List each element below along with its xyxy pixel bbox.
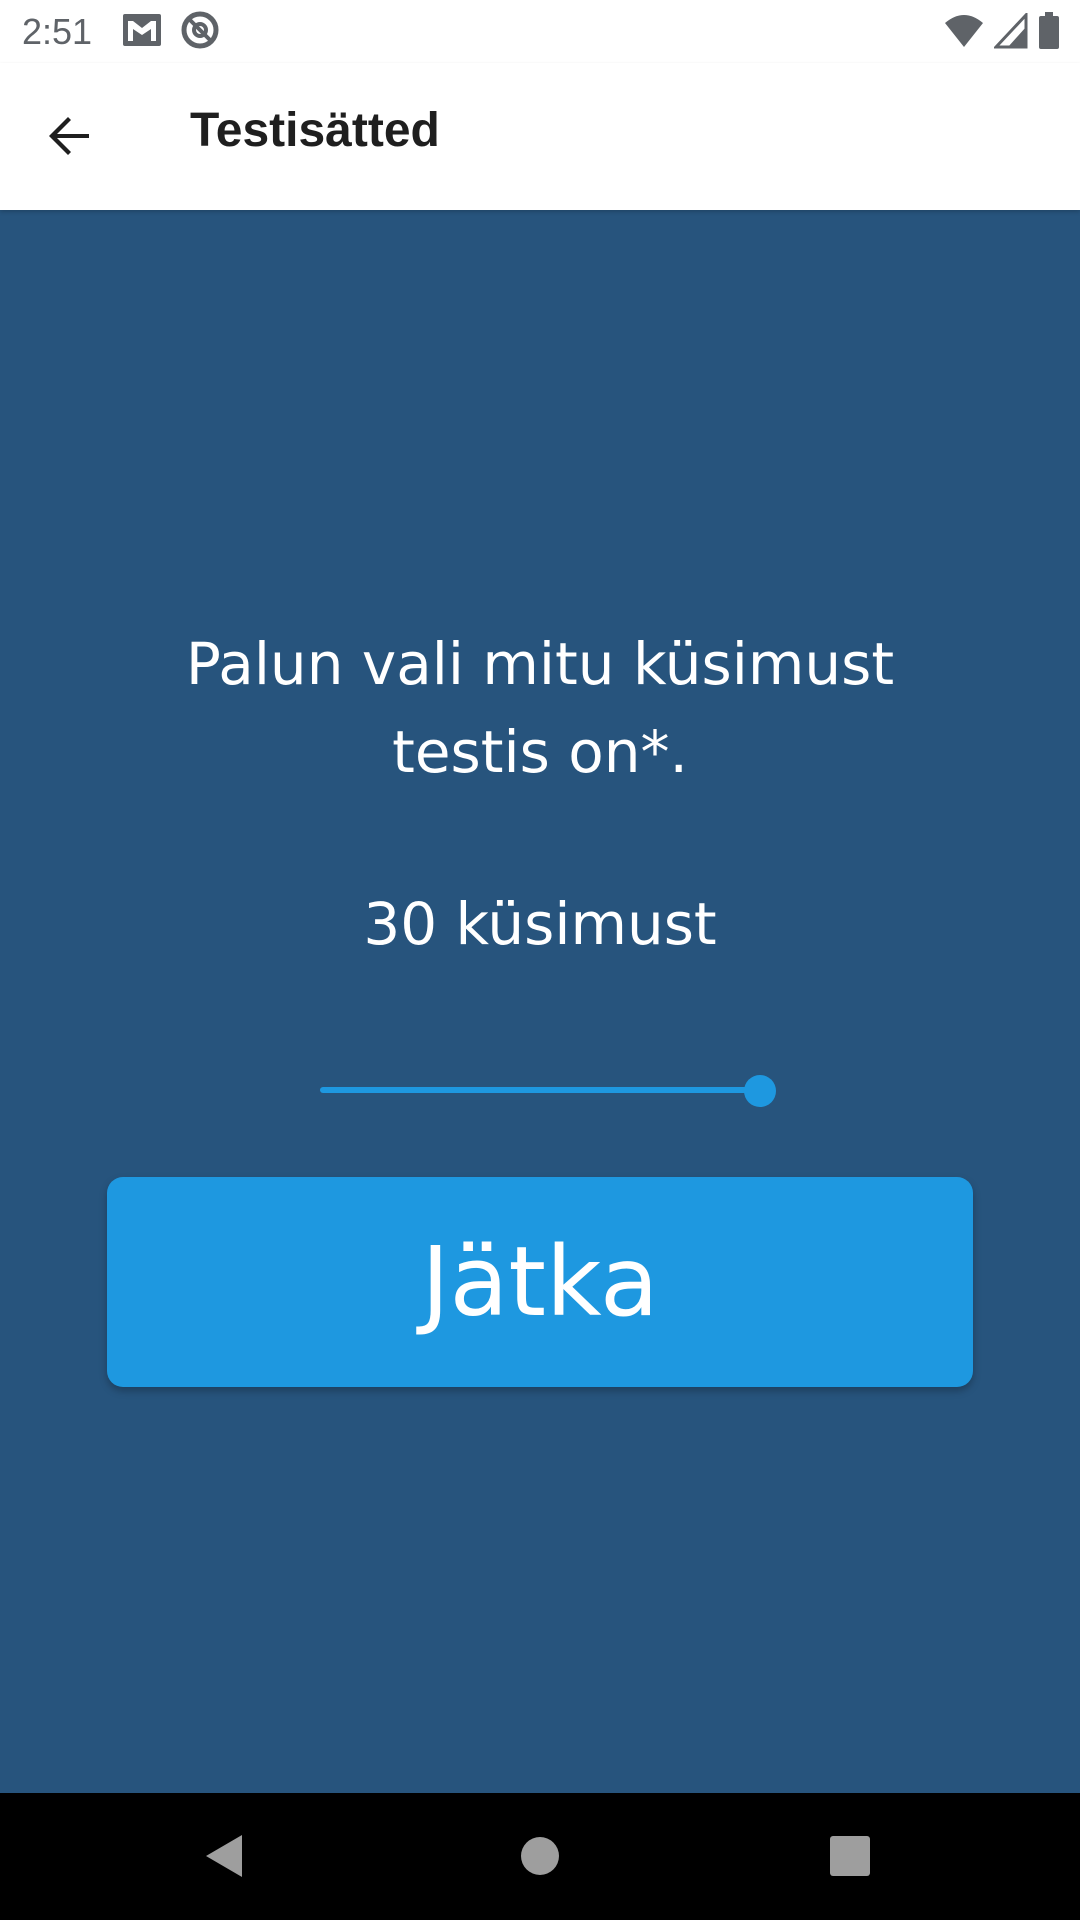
- wifi-icon: [944, 13, 984, 53]
- question-count-slider[interactable]: [320, 1070, 776, 1110]
- nav-recents-icon: [829, 1835, 871, 1881]
- nav-back-button[interactable]: [190, 1823, 260, 1893]
- question-count-prompt: Palun vali mitu küsimust testis on*.: [185, 630, 895, 786]
- main-content: Palun vali mitu küsimust testis on*. 30 …: [0, 210, 1080, 1793]
- navigation-bar: [0, 1793, 1080, 1920]
- status-bar: 2:51: [0, 0, 1080, 63]
- nav-recents-button[interactable]: [815, 1823, 885, 1893]
- continue-label: Jätka: [421, 1226, 659, 1338]
- nav-home-button[interactable]: [505, 1823, 575, 1893]
- app-bar: Testisätted: [0, 63, 1080, 210]
- continue-button[interactable]: Jätka: [107, 1177, 973, 1387]
- nav-back-icon: [200, 1831, 250, 1885]
- slider-thumb[interactable]: [744, 1075, 776, 1107]
- question-count-label: 30 küsimust: [363, 890, 717, 958]
- status-icons-left: [122, 10, 220, 54]
- battery-icon: [1038, 12, 1060, 54]
- status-time: 2:51: [22, 10, 93, 52]
- arrow-back-icon: [45, 112, 93, 164]
- status-icons-right: [944, 11, 1060, 54]
- slider-fill: [320, 1087, 760, 1093]
- gmail-icon: [122, 13, 162, 51]
- back-button[interactable]: [38, 107, 100, 169]
- page-title: Testisätted: [190, 104, 440, 157]
- at-sign-icon: [180, 10, 220, 54]
- nav-home-icon: [518, 1834, 562, 1882]
- cell-signal-icon: [992, 11, 1028, 53]
